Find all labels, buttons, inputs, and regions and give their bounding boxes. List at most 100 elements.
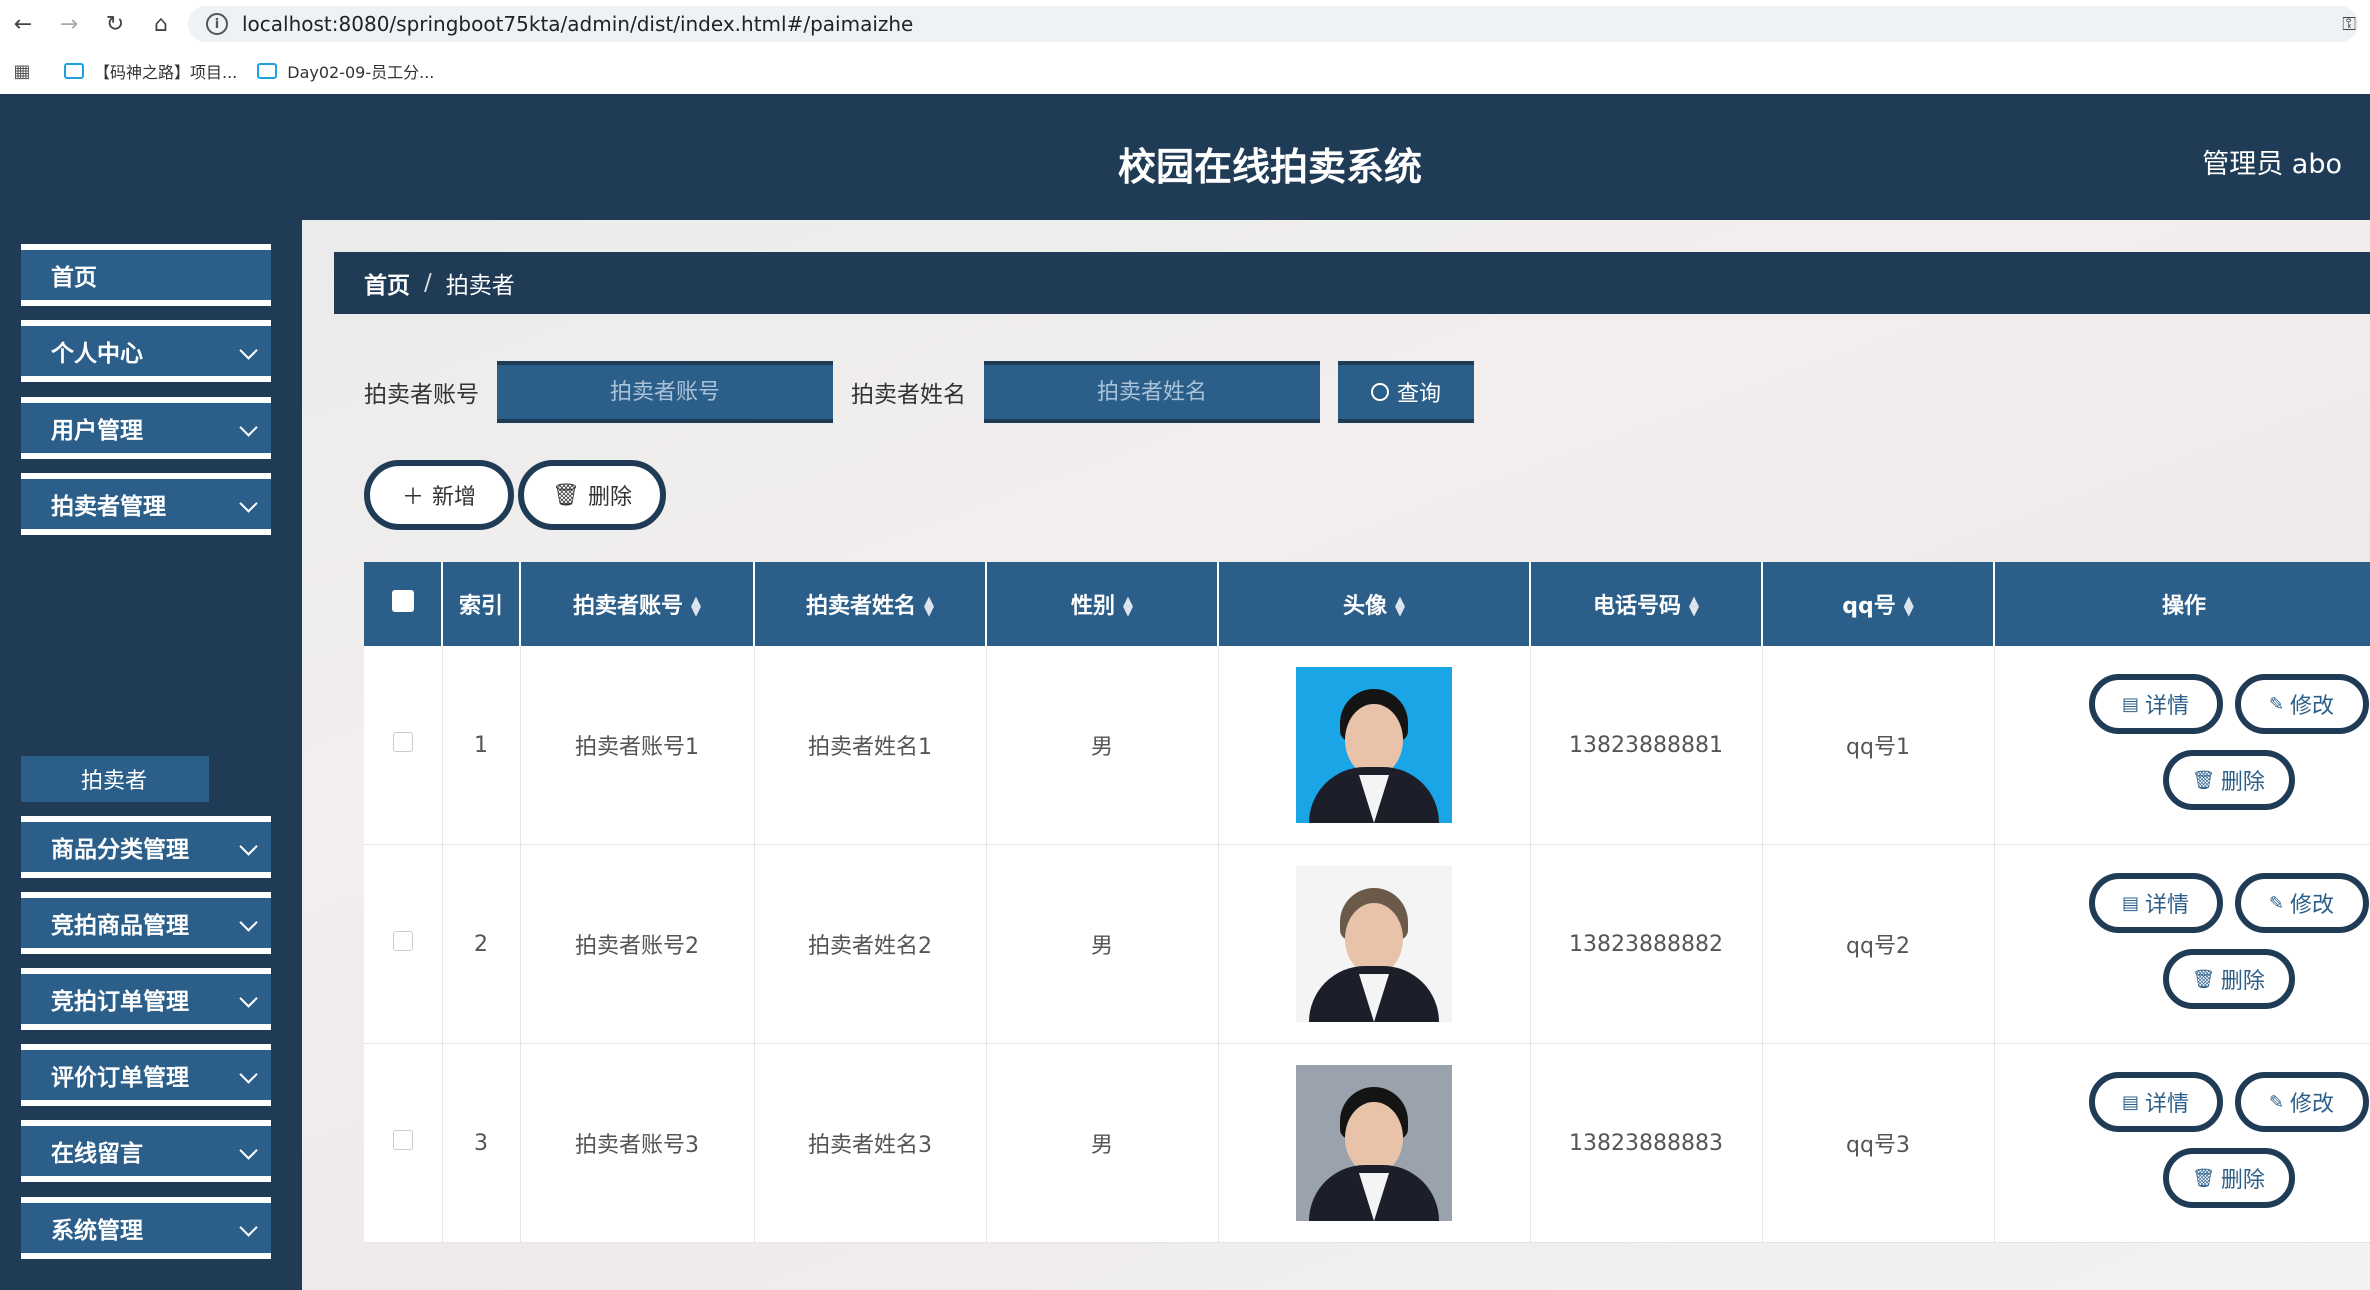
sort-icon[interactable]: ▲ ▼ [691, 595, 701, 618]
app-header: 校园在线拍卖系统 管理员 abo [0, 94, 2370, 220]
delete-button[interactable]: 🗑 删除 [2162, 750, 2295, 810]
trash-icon: 🗑 [552, 482, 580, 508]
edit-button[interactable]: ✎ 修改 [2234, 873, 2369, 933]
name-search-input[interactable] [984, 361, 1320, 423]
query-button[interactable]: 查询 [1338, 361, 1474, 423]
seller-table: 索引 拍卖者账号 ▲ ▼ 拍卖者姓名 ▲ ▼ 性别 ▲ ▼ 头像 ▲ ▼ 电话号码 ▲ ▼ qq号 ▲… [364, 562, 2370, 1243]
column-header[interactable]: 拍卖者账号 ▲ ▼ [520, 562, 755, 646]
table-row: 1 拍卖者账号1 拍卖者姓名1 男 13823888881 qq号1 ▤ 详情 ✎… [364, 646, 2370, 845]
cell-index: 3 [442, 1043, 521, 1243]
cell-name: 拍卖者姓名2 [754, 844, 987, 1044]
sort-icon[interactable]: ▲ ▼ [1689, 595, 1699, 618]
add-button[interactable]: ＋ 新增 [364, 460, 514, 530]
sort-icon[interactable]: ▲ ▼ [1395, 595, 1405, 618]
cell-account: 拍卖者账号1 [520, 646, 755, 845]
detail-button[interactable]: ▤ 详情 [2088, 674, 2223, 734]
sidebar-item-user-management[interactable]: 用户管理 [21, 397, 271, 459]
reload-icon[interactable]: ↻ [92, 0, 138, 48]
chevron-down-icon [239, 1065, 258, 1084]
document-icon: ▤ [2121, 892, 2139, 914]
cell-avatar [1218, 844, 1531, 1044]
password-key-icon[interactable]: ⚿ [2342, 14, 2356, 35]
apps-grid-icon[interactable]: ▦ [0, 61, 44, 82]
breadcrumb: 首页 / 拍卖者 [334, 252, 2370, 314]
chevron-down-icon [239, 341, 258, 360]
bookmark-item[interactable]: 【码神之路】项目... [64, 59, 237, 83]
cell-index: 1 [442, 646, 521, 845]
bookmark-item[interactable]: Day02-09-员工分... [257, 59, 434, 83]
sidebar: 首页 个人中心 用户管理 拍卖者管理 拍卖者 商品分类管理 竞拍商品管理 竞拍订… [0, 220, 302, 1290]
row-checkbox[interactable] [364, 1043, 443, 1243]
row-checkbox[interactable] [364, 646, 443, 845]
column-header[interactable]: qq号 ▲ ▼ [1762, 562, 1995, 646]
cell-gender: 男 [986, 1043, 1219, 1243]
edit-button[interactable]: ✎ 修改 [2234, 674, 2369, 734]
column-header: 索引 [442, 562, 521, 646]
pencil-icon: ✎ [2268, 1091, 2285, 1113]
chevron-down-icon [239, 494, 258, 513]
select-all-checkbox[interactable] [364, 562, 443, 646]
cell-account: 拍卖者账号3 [520, 1043, 755, 1243]
table-header: 索引 拍卖者账号 ▲ ▼ 拍卖者姓名 ▲ ▼ 性别 ▲ ▼ 头像 ▲ ▼ 电话号码 ▲ ▼ qq号 ▲… [364, 562, 2370, 646]
chevron-down-icon [239, 418, 258, 437]
delete-button[interactable]: 🗑 删除 [2162, 1148, 2295, 1208]
column-header[interactable]: 电话号码 ▲ ▼ [1530, 562, 1763, 646]
account-search-input[interactable] [497, 361, 833, 423]
sidebar-item-system[interactable]: 系统管理 [21, 1197, 271, 1259]
browser-toolbar: ← → ↻ ⌂ i localhost:8080/springboot75kta… [0, 0, 2370, 48]
sidebar-item-personal-center[interactable]: 个人中心 [21, 320, 271, 382]
cell-qq: qq号2 [1762, 844, 1995, 1044]
trash-icon: 🗑 [2192, 968, 2215, 990]
column-header[interactable]: 头像 ▲ ▼ [1218, 562, 1531, 646]
sidebar-item-auction-orders[interactable]: 竞拍订单管理 [21, 968, 271, 1030]
sidebar-item-category-management[interactable]: 商品分类管理 [21, 816, 271, 878]
cell-qq: qq号3 [1762, 1043, 1995, 1243]
forward-arrow-icon[interactable]: → [46, 0, 92, 48]
sort-icon[interactable]: ▲ ▼ [1123, 595, 1133, 618]
cell-name: 拍卖者姓名3 [754, 1043, 987, 1243]
detail-button[interactable]: ▤ 详情 [2088, 1072, 2223, 1132]
sidebar-subitem-seller[interactable]: 拍卖者 [21, 756, 209, 802]
pencil-icon: ✎ [2268, 693, 2285, 715]
bilibili-icon [64, 63, 84, 79]
sort-icon[interactable]: ▲ ▼ [924, 595, 934, 618]
app-title: 校园在线拍卖系统 [1117, 145, 1422, 189]
sidebar-item-seller-management[interactable]: 拍卖者管理 [21, 473, 271, 535]
home-icon[interactable]: ⌂ [138, 0, 184, 48]
user-menu[interactable]: 管理员 abo [2202, 142, 2342, 181]
avatar[interactable] [1296, 866, 1452, 1022]
cell-avatar [1218, 1043, 1531, 1243]
column-header: 操作 [1994, 562, 2370, 646]
detail-button[interactable]: ▤ 详情 [2088, 873, 2223, 933]
address-bar[interactable]: i localhost:8080/springboot75kta/admin/d… [188, 6, 2358, 42]
sidebar-item-messages[interactable]: 在线留言 [21, 1120, 271, 1182]
cell-name: 拍卖者姓名1 [754, 646, 987, 845]
action-toolbar: ＋ 新增 🗑 删除 [364, 460, 670, 530]
avatar[interactable] [1296, 1065, 1452, 1221]
sidebar-item-home[interactable]: 首页 [21, 244, 271, 306]
sort-icon[interactable]: ▲ ▼ [1904, 595, 1914, 618]
site-info-icon[interactable]: i [206, 13, 228, 35]
account-label: 拍卖者账号 [364, 382, 479, 408]
url-text: localhost:8080/springboot75kta/admin/dis… [242, 12, 914, 36]
column-header[interactable]: 性别 ▲ ▼ [986, 562, 1219, 646]
cell-avatar [1218, 646, 1531, 845]
edit-button[interactable]: ✎ 修改 [2234, 1072, 2369, 1132]
sidebar-item-review-orders[interactable]: 评价订单管理 [21, 1044, 271, 1106]
row-checkbox[interactable] [364, 844, 443, 1044]
cell-actions: ▤ 详情 ✎ 修改 🗑 删除 [1994, 1043, 2370, 1243]
search-icon [1370, 383, 1389, 401]
cell-gender: 男 [986, 646, 1219, 845]
breadcrumb-home[interactable]: 首页 [364, 266, 410, 300]
sidebar-item-auction-goods[interactable]: 竞拍商品管理 [21, 892, 271, 954]
column-header[interactable]: 拍卖者姓名 ▲ ▼ [754, 562, 987, 646]
pencil-icon: ✎ [2268, 892, 2285, 914]
bookmarks-bar: ▦ 【码神之路】项目... Day02-09-员工分... [0, 48, 2370, 94]
avatar[interactable] [1296, 667, 1452, 823]
batch-delete-button[interactable]: 🗑 删除 [518, 460, 666, 530]
delete-button[interactable]: 🗑 删除 [2162, 949, 2295, 1009]
back-arrow-icon[interactable]: ← [0, 0, 46, 48]
chevron-down-icon [239, 1218, 258, 1237]
cell-actions: ▤ 详情 ✎ 修改 🗑 删除 [1994, 646, 2370, 845]
trash-icon: 🗑 [2192, 1167, 2215, 1189]
